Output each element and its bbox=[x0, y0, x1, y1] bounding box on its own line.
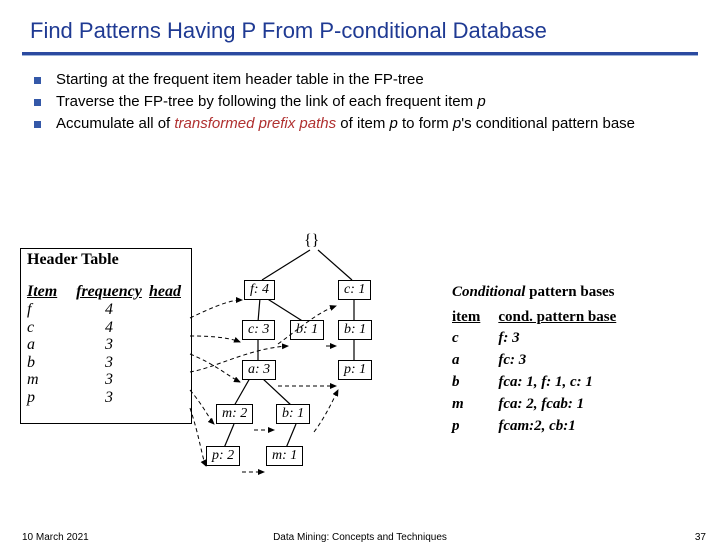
cell: 4 bbox=[69, 301, 149, 319]
table-row: mfca: 2, fcab: 1 bbox=[452, 396, 634, 418]
bullet-item: Starting at the frequent item header tab… bbox=[56, 71, 692, 90]
cond-table: item cond. pattern base cf: 3 afc: 3 bfc… bbox=[452, 309, 634, 440]
cell: c bbox=[452, 330, 498, 352]
cell: fca: 2, fcab: 1 bbox=[498, 396, 634, 418]
bullet-text: to form bbox=[398, 115, 453, 132]
cond-col-base: cond. pattern base bbox=[498, 309, 634, 330]
cell: c bbox=[27, 319, 69, 337]
table-row: f4 bbox=[27, 301, 185, 319]
cell: f bbox=[27, 301, 69, 319]
header-table-title: Header Table bbox=[27, 251, 185, 269]
table-row: afc: 3 bbox=[452, 352, 634, 374]
tree-node-c3: c: 3 bbox=[242, 320, 275, 340]
col-frequency: frequency bbox=[69, 283, 149, 301]
cell: 3 bbox=[69, 336, 149, 354]
cond-title-rest: pattern bases bbox=[525, 284, 614, 300]
bullet-text: Traverse the FP-tree by following the li… bbox=[56, 93, 477, 110]
cell: m bbox=[27, 371, 69, 389]
footer-title: Data Mining: Concepts and Techniques bbox=[273, 532, 447, 543]
bullet-emph: p bbox=[390, 115, 398, 132]
cond-col-item: item bbox=[452, 309, 498, 330]
cell: m bbox=[452, 396, 498, 418]
cell: p bbox=[27, 389, 69, 407]
fp-tree: {} f: 4 c: 1 c: 3 b: 1 b: 1 a: 3 p: 1 m:… bbox=[200, 232, 440, 492]
slide-title: Find Patterns Having P From P-conditiona… bbox=[0, 0, 720, 52]
table-row: a3 bbox=[27, 336, 185, 354]
table-row: pfcam:2, cb:1 bbox=[452, 418, 634, 440]
tree-root: {} bbox=[304, 232, 319, 250]
tree-node-c1: c: 1 bbox=[338, 280, 371, 300]
bullet-list: Starting at the frequent item header tab… bbox=[56, 71, 692, 133]
tree-node-p2: p: 2 bbox=[206, 446, 240, 466]
footer-date: 10 March 2021 bbox=[22, 532, 89, 543]
bullet-text: of item bbox=[336, 115, 389, 132]
tree-node-b1c: b: 1 bbox=[276, 404, 310, 424]
slide-number: 37 bbox=[695, 532, 706, 543]
table-row: cf: 3 bbox=[452, 330, 634, 352]
header-table-box: Header Table Item frequency head f4 c4 a… bbox=[20, 248, 192, 424]
bullet-emph-red: transformed prefix paths bbox=[174, 115, 336, 132]
bullet-item: Traverse the FP-tree by following the li… bbox=[56, 93, 692, 112]
cell: p bbox=[452, 418, 498, 440]
tree-node-b1b: b: 1 bbox=[338, 320, 372, 340]
bullet-emph: p bbox=[453, 115, 461, 132]
bullet-text: Accumulate all of bbox=[56, 115, 174, 132]
cell: 3 bbox=[69, 371, 149, 389]
col-head: head bbox=[149, 283, 181, 301]
tree-node-a3: a: 3 bbox=[242, 360, 276, 380]
col-item: Item bbox=[27, 283, 69, 301]
cell: f: 3 bbox=[498, 330, 634, 352]
bullet-emph: p bbox=[477, 93, 485, 110]
cell: a bbox=[27, 336, 69, 354]
bullet-item: Accumulate all of transformed prefix pat… bbox=[56, 115, 692, 134]
cond-title-bold: Conditional bbox=[452, 284, 525, 300]
tree-node-f4: f: 4 bbox=[244, 280, 275, 300]
cond-title: Conditional pattern bases bbox=[452, 284, 702, 301]
cell: 3 bbox=[69, 354, 149, 372]
cell: a bbox=[452, 352, 498, 374]
table-row: p3 bbox=[27, 389, 185, 407]
cell: b bbox=[27, 354, 69, 372]
table-row: m3 bbox=[27, 371, 185, 389]
cell: b bbox=[452, 374, 498, 396]
header-table-columns: Item frequency head bbox=[27, 283, 185, 301]
tree-node-m1: m: 1 bbox=[266, 446, 303, 466]
cell: 4 bbox=[69, 319, 149, 337]
tree-node-p1: p: 1 bbox=[338, 360, 372, 380]
cell: fc: 3 bbox=[498, 352, 634, 374]
bullet-text: Starting at the frequent item header tab… bbox=[56, 71, 424, 88]
cell: 3 bbox=[69, 389, 149, 407]
title-underline bbox=[22, 52, 698, 55]
table-row: bfca: 1, f: 1, c: 1 bbox=[452, 374, 634, 396]
cell: fcam:2, cb:1 bbox=[498, 418, 634, 440]
table-row: c4 bbox=[27, 319, 185, 337]
tree-node-b1a: b: 1 bbox=[290, 320, 324, 340]
bullet-text: 's conditional pattern base bbox=[461, 115, 635, 132]
tree-node-m2: m: 2 bbox=[216, 404, 253, 424]
cell: fca: 1, f: 1, c: 1 bbox=[498, 374, 634, 396]
conditional-pattern-bases: Conditional pattern bases item cond. pat… bbox=[452, 284, 702, 440]
table-row: b3 bbox=[27, 354, 185, 372]
